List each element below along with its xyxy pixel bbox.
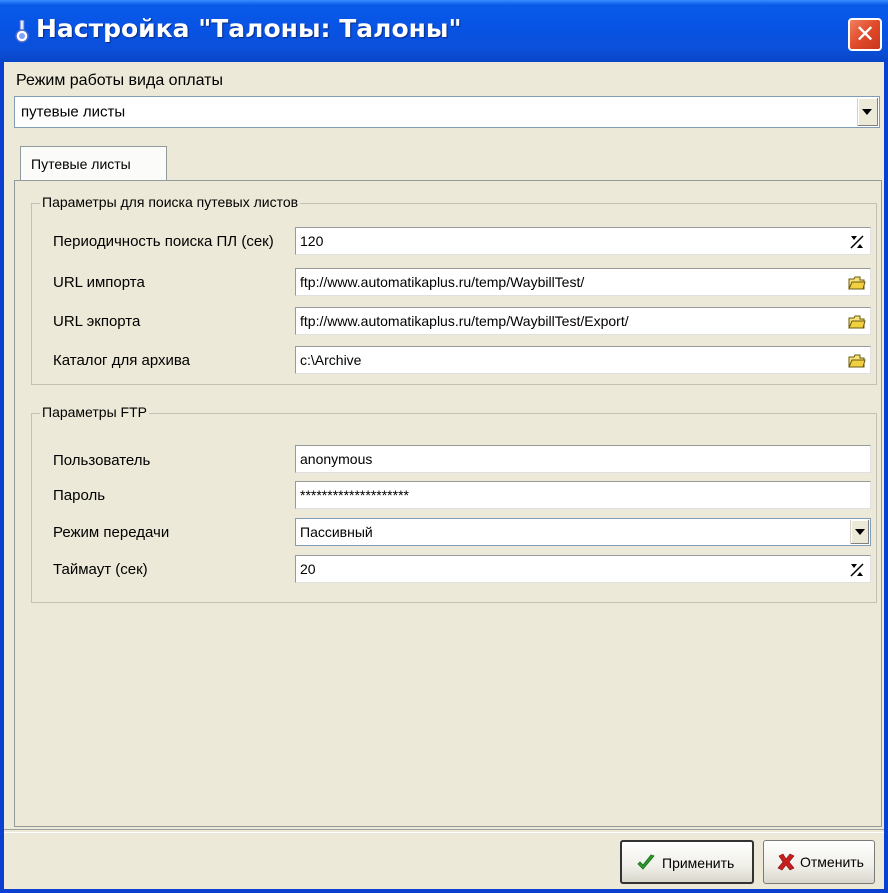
- checkmark-icon: [637, 854, 655, 870]
- ftp-password-field[interactable]: ********************: [295, 481, 871, 509]
- payment-mode-label: Режим работы вида оплаты: [16, 72, 223, 89]
- export-url-value: ftp://www.automatikaplus.ru/temp/Waybill…: [300, 313, 629, 329]
- archive-dir-field[interactable]: c:\Archive: [295, 346, 871, 374]
- transfer-mode-label: Режим передачи: [53, 524, 170, 541]
- search-period-value: 120: [300, 233, 324, 249]
- search-params-title: Параметры для поиска путевых листов: [40, 194, 301, 210]
- window-title: Настройка "Талоны: Талоны": [36, 14, 462, 43]
- export-url-field[interactable]: ftp://www.automatikaplus.ru/temp/Waybill…: [295, 307, 871, 335]
- spinner-icon[interactable]: [848, 561, 866, 579]
- export-url-label: URL экпорта: [53, 313, 141, 330]
- title-bar[interactable]: Настройка "Талоны: Талоны" ✕: [0, 0, 888, 62]
- cross-icon: [777, 853, 795, 871]
- timeout-label: Таймаут (сек): [53, 561, 148, 578]
- archive-dir-value: c:\Archive: [300, 352, 362, 368]
- tab-label: Путевые листы: [31, 156, 131, 172]
- transfer-mode-select[interactable]: Пассивный: [295, 518, 871, 546]
- spinner-icon[interactable]: [848, 233, 866, 251]
- cancel-button[interactable]: Отменить: [763, 840, 875, 884]
- payment-mode-value: путевые листы: [21, 103, 126, 121]
- import-url-field[interactable]: ftp://www.automatikaplus.ru/temp/Waybill…: [295, 268, 871, 296]
- search-period-field[interactable]: 120: [295, 227, 871, 255]
- tab-panel: Параметры для поиска путевых листов Пери…: [14, 180, 882, 827]
- apply-button-label: Применить: [662, 855, 735, 871]
- ftp-password-value: ********************: [300, 487, 409, 503]
- chevron-down-icon[interactable]: [850, 520, 869, 544]
- chevron-down-icon[interactable]: [857, 98, 878, 126]
- folder-open-icon[interactable]: [848, 352, 866, 370]
- search-period-label: Периодичность поиска ПЛ (сек): [53, 233, 274, 250]
- folder-open-icon[interactable]: [848, 313, 866, 331]
- app-icon: [15, 20, 29, 43]
- cancel-button-label: Отменить: [800, 854, 864, 870]
- payment-mode-select[interactable]: путевые листы: [14, 96, 880, 128]
- ftp-user-field[interactable]: anonymous: [295, 445, 871, 473]
- close-icon: ✕: [854, 20, 876, 48]
- apply-button[interactable]: Применить: [620, 840, 754, 884]
- ftp-user-value: anonymous: [300, 451, 373, 467]
- close-button[interactable]: ✕: [848, 18, 882, 51]
- import-url-label: URL импорта: [53, 274, 145, 291]
- tab-waybills[interactable]: Путевые листы: [20, 146, 167, 181]
- footer-separator: [4, 829, 884, 833]
- import-url-value: ftp://www.automatikaplus.ru/temp/Waybill…: [300, 274, 585, 290]
- timeout-value: 20: [300, 561, 316, 577]
- folder-open-icon[interactable]: [848, 274, 866, 292]
- transfer-mode-value: Пассивный: [300, 524, 373, 540]
- timeout-field[interactable]: 20: [295, 555, 871, 583]
- ftp-params-title: Параметры FTP: [40, 404, 149, 420]
- settings-window: Настройка "Талоны: Талоны" ✕ Режим работ…: [0, 0, 888, 893]
- archive-dir-label: Каталог для архива: [53, 352, 191, 369]
- ftp-user-label: Пользователь: [53, 452, 151, 469]
- ftp-password-label: Пароль: [53, 487, 106, 504]
